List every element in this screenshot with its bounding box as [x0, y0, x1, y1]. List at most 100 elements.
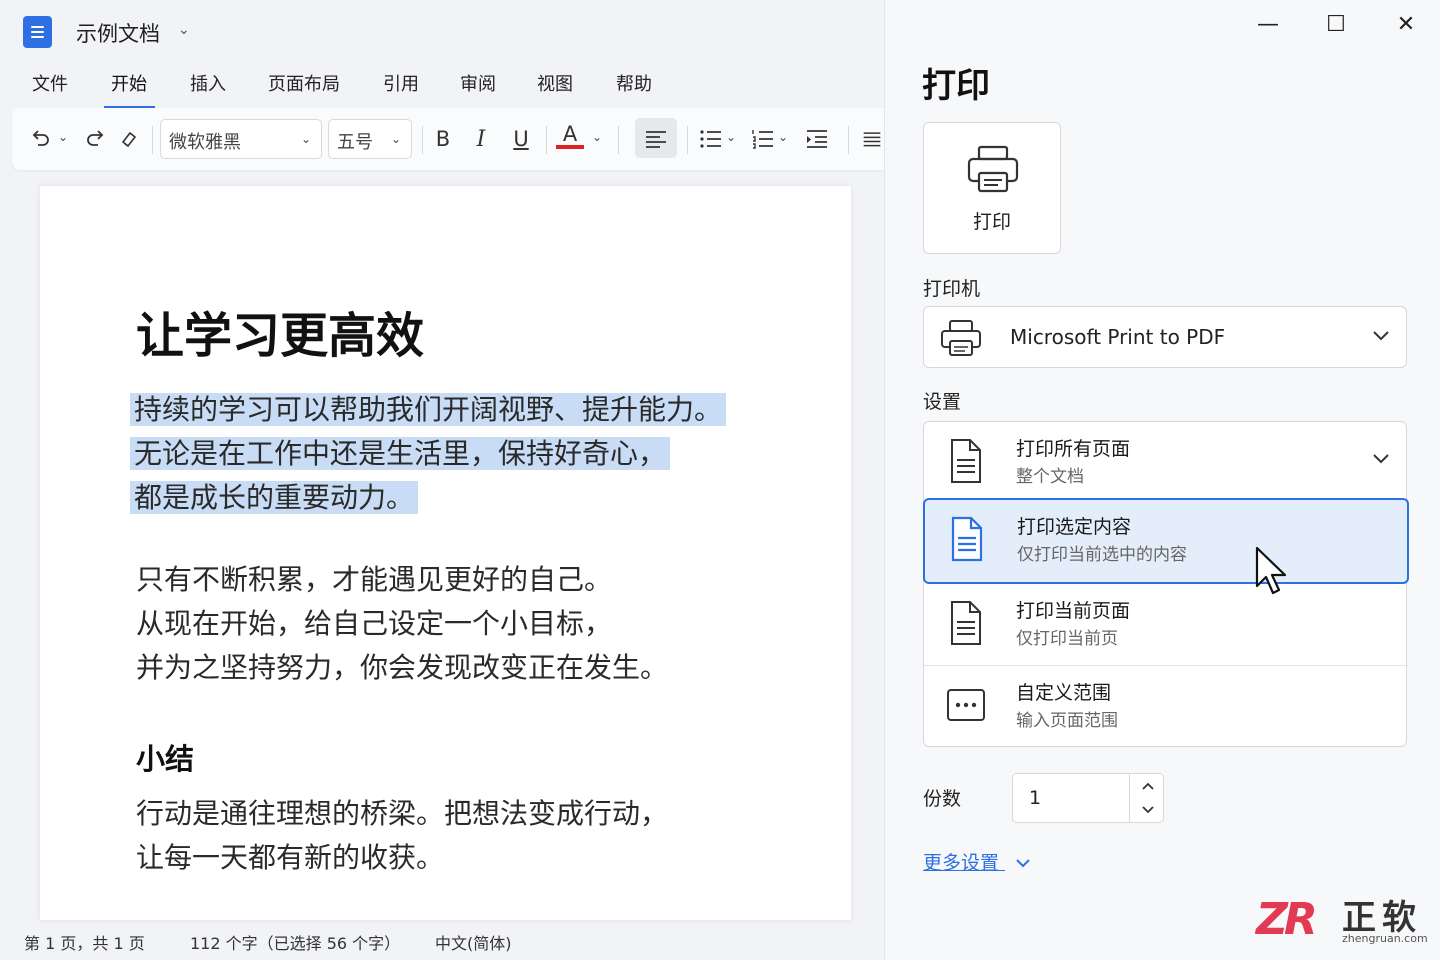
paragraph-line: 都是成长的重要动力。 [130, 481, 419, 514]
document-page[interactable]: 让学习更高效 持续的学习可以帮助我们开阔视野、提升能力。 无论是在工作中还是生活… [40, 186, 851, 920]
menu-layout[interactable]: 页面布局 [268, 70, 340, 106]
formatting-toolbar: ⌄ 微软雅黑 ⌄ 五号 ⌄ B I U A ⌄ ⌄ ⌄ [12, 108, 884, 170]
chevron-up-icon [1141, 782, 1154, 790]
option-subtitle: 输入页面范围 [1016, 711, 1118, 731]
document-editor: 示例文档 ⌄ 文件 开始 插入 页面布局 引用 审阅 视图 帮助 ⌄ 微软雅黑 … [0, 0, 884, 960]
option-subtitle: 仅打印当前页 [1016, 629, 1118, 649]
decrement-button[interactable] [1130, 798, 1165, 822]
language-status[interactable]: 中文(简体) [435, 930, 512, 954]
mouse-cursor-icon [1255, 546, 1287, 595]
paragraph[interactable]: 只有不断积累，才能遇见更好的自己。 从现在开始，给自己设定一个小目标， 并为之坚… [136, 558, 668, 690]
print-range-current-page[interactable]: 打印当前页面 仅打印当前页 [924, 584, 1408, 666]
chevron-down-icon [1016, 859, 1030, 868]
word-count-status[interactable]: 112 个字（已选择 56 个字） [190, 930, 400, 954]
bold-button[interactable]: B [430, 123, 456, 155]
menu-bar: 文件 开始 插入 页面布局 引用 审阅 视图 帮助 [0, 66, 884, 109]
font-size-value: 五号 [337, 132, 373, 153]
option-title: 打印选定内容 [1017, 516, 1132, 538]
paragraph[interactable]: 行动是通往理想的桥梁。把想法变成行动， 让每一天都有新的收获。 [136, 792, 668, 880]
print-pane-title: 打印 [922, 66, 990, 106]
numbered-list-icon[interactable] [750, 123, 776, 155]
title-bar: 示例文档 ⌄ [0, 0, 884, 62]
print-button[interactable]: 打印 [923, 122, 1061, 254]
more-tools-icon[interactable] [862, 123, 882, 155]
menu-home[interactable]: 开始 [104, 70, 155, 109]
document-app-icon [23, 16, 52, 48]
menu-view[interactable]: 视图 [537, 70, 573, 106]
copies-label: 份数 [923, 788, 962, 810]
font-size-select[interactable]: 五号 ⌄ [328, 119, 412, 159]
menu-references[interactable]: 引用 [383, 70, 419, 106]
menu-file[interactable]: 文件 [32, 70, 68, 106]
status-bar: 第 1 页，共 1 页 112 个字（已选择 56 个字） 中文(简体) [0, 920, 884, 960]
numbered-list-chevron-down-icon[interactable]: ⌄ [778, 130, 788, 144]
clear-format-icon[interactable] [116, 123, 142, 155]
printer-label: 打印机 [923, 278, 981, 300]
copies-input[interactable]: 1 [1029, 787, 1041, 809]
print-range-selection[interactable]: 打印选定内容 仅打印当前选中的内容 [923, 498, 1409, 584]
chevron-down-icon [1373, 331, 1389, 341]
option-title: 打印当前页面 [1016, 600, 1131, 622]
paragraph-line: 持续的学习可以帮助我们开阔视野、提升能力。 [130, 393, 727, 426]
italic-button[interactable]: I [468, 123, 494, 155]
toolbar-divider [422, 126, 423, 154]
settings-label: 设置 [923, 391, 962, 413]
menu-review[interactable]: 审阅 [460, 70, 496, 106]
document-icon [951, 601, 981, 645]
chevron-down-icon [1141, 806, 1154, 814]
page-count-status: 第 1 页，共 1 页 [24, 934, 145, 953]
redo-icon[interactable] [82, 123, 110, 155]
document-heading: 让学习更高效 [136, 308, 425, 364]
underline-button[interactable]: U [508, 123, 534, 155]
paragraph-line: 并为之坚持努力，你会发现改变正在发生。 [136, 651, 669, 684]
minimize-button[interactable]: — [1253, 12, 1283, 37]
undo-chevron-down-icon[interactable]: ⌄ [58, 130, 68, 144]
option-title: 打印所有页面 [1016, 438, 1131, 460]
print-range-all-pages[interactable]: 打印所有页面 整个文档 [924, 422, 1408, 504]
printer-icon [941, 320, 981, 356]
font-family-value: 微软雅黑 [169, 132, 241, 153]
chevron-down-icon: ⌄ [390, 132, 401, 146]
watermark-url: zhengruan.com [1342, 932, 1428, 945]
more-settings-link[interactable]: 更多设置 [923, 848, 1031, 875]
print-pane: — ☐ ✕ 打印 打印 打印机 Microsoft Print to PDF 设… [884, 0, 1440, 960]
font-color-button[interactable]: A [556, 122, 584, 149]
document-subheading: 小结 [136, 742, 195, 776]
toolbar-divider [152, 126, 153, 154]
chevron-down-icon[interactable] [1372, 452, 1390, 466]
print-button-label: 打印 [972, 211, 1011, 233]
printer-select[interactable]: Microsoft Print to PDF [923, 306, 1407, 368]
paragraph-line: 从现在开始，给自己设定一个小目标， [136, 607, 613, 640]
toolbar-divider [546, 126, 547, 154]
paragraph-line: 行动是通往理想的桥梁。把想法变成行动， [136, 797, 669, 830]
option-subtitle: 整个文档 [1016, 467, 1084, 487]
bullet-list-chevron-down-icon[interactable]: ⌄ [726, 130, 736, 144]
selected-paragraph[interactable]: 持续的学习可以帮助我们开阔视野、提升能力。 无论是在工作中还是生活里，保持好奇心… [130, 388, 727, 520]
undo-icon[interactable] [26, 123, 54, 155]
font-family-select[interactable]: 微软雅黑 ⌄ [160, 119, 322, 159]
copies-stepper[interactable]: 1 [1012, 773, 1164, 823]
increment-button[interactable] [1130, 774, 1165, 798]
title-chevron-down-icon[interactable]: ⌄ [178, 22, 190, 38]
print-range-custom[interactable]: 自定义范围 输入页面范围 [924, 666, 1408, 748]
document-icon [951, 439, 981, 483]
copies-spin-buttons [1129, 774, 1164, 822]
menu-help[interactable]: 帮助 [616, 70, 652, 106]
more-settings-label: 更多设置 [923, 852, 1000, 874]
font-color-chevron-down-icon[interactable]: ⌄ [592, 130, 602, 144]
brand-watermark: ZR 正软 zhengruan.com [1256, 890, 1432, 946]
paragraph-line: 让每一天都有新的收获。 [136, 841, 445, 874]
indent-icon[interactable] [804, 123, 830, 155]
menu-insert[interactable]: 插入 [190, 70, 226, 106]
option-title: 自定义范围 [1016, 682, 1112, 704]
toolbar-divider [848, 126, 849, 154]
align-left-icon[interactable] [643, 123, 669, 155]
document-title[interactable]: 示例文档 [76, 18, 160, 48]
watermark-logo: ZR [1256, 894, 1318, 945]
maximize-button[interactable]: ☐ [1321, 12, 1351, 37]
bullet-list-icon[interactable] [698, 123, 724, 155]
document-icon [951, 516, 983, 562]
toolbar-divider [687, 126, 688, 154]
more-dots-icon [947, 689, 985, 721]
close-button[interactable]: ✕ [1391, 12, 1421, 37]
